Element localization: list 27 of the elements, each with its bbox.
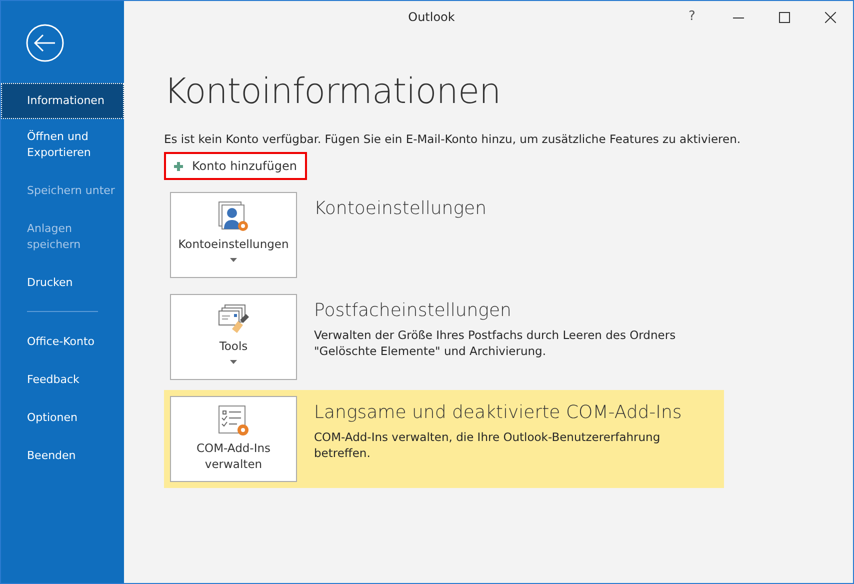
section-button[interactable]: Kontoeinstellungen — [170, 192, 297, 278]
sidebar-item[interactable]: Drucken — [1, 265, 124, 303]
envelopes-brush-icon — [218, 303, 250, 336]
section-heading: Kontoeinstellungen — [314, 197, 486, 222]
checklist-gear-icon — [218, 405, 250, 438]
notice-text: Es ist kein Konto verfügbar. Fügen Sie ein E-Mail-Konto hinzu, um zusätzliche Features zu aktivieren. — [164, 131, 742, 148]
help-button[interactable]: ? — [669, 1, 715, 33]
section-heading: Langsame und deaktivierte COM-Add-Ins — [314, 401, 683, 426]
back-button[interactable] — [25, 23, 65, 63]
plus-icon — [174, 162, 183, 171]
close-icon — [824, 12, 836, 22]
section-description: COM-Add-Ins verwalten, die Ihre Outlook-Benutzererfahrung betreffen. — [314, 429, 662, 462]
account-gear-icon — [218, 201, 250, 234]
page-title: Kontoinformationen — [164, 71, 502, 113]
sidebar-item[interactable]: Office-Konto — [1, 324, 124, 362]
section-button[interactable]: Tools — [170, 294, 297, 380]
sidebar-item[interactable]: Optionen — [1, 400, 124, 438]
window-title: Outlook — [407, 9, 456, 26]
section-description: Verwalten der Größe Ihres Postfachs durch Leeren des Ordners "Gelöschte Elemente" und Archivierung. — [314, 327, 677, 360]
maximize-icon — [778, 12, 790, 22]
section-button[interactable]: COM-Add-Ins verwalten — [170, 396, 297, 482]
section-heading: Postfacheinstellungen — [314, 299, 512, 324]
sidebar-item[interactable]: Beenden — [1, 438, 124, 476]
sidebar-item[interactable]: Feedback — [1, 362, 124, 400]
sidebar-item[interactable]: Öffnen und Exportieren — [1, 119, 124, 173]
add-account-button[interactable]: Konto hinzufügen — [164, 152, 307, 180]
sidebar-item[interactable]: Informationen — [1, 83, 124, 119]
